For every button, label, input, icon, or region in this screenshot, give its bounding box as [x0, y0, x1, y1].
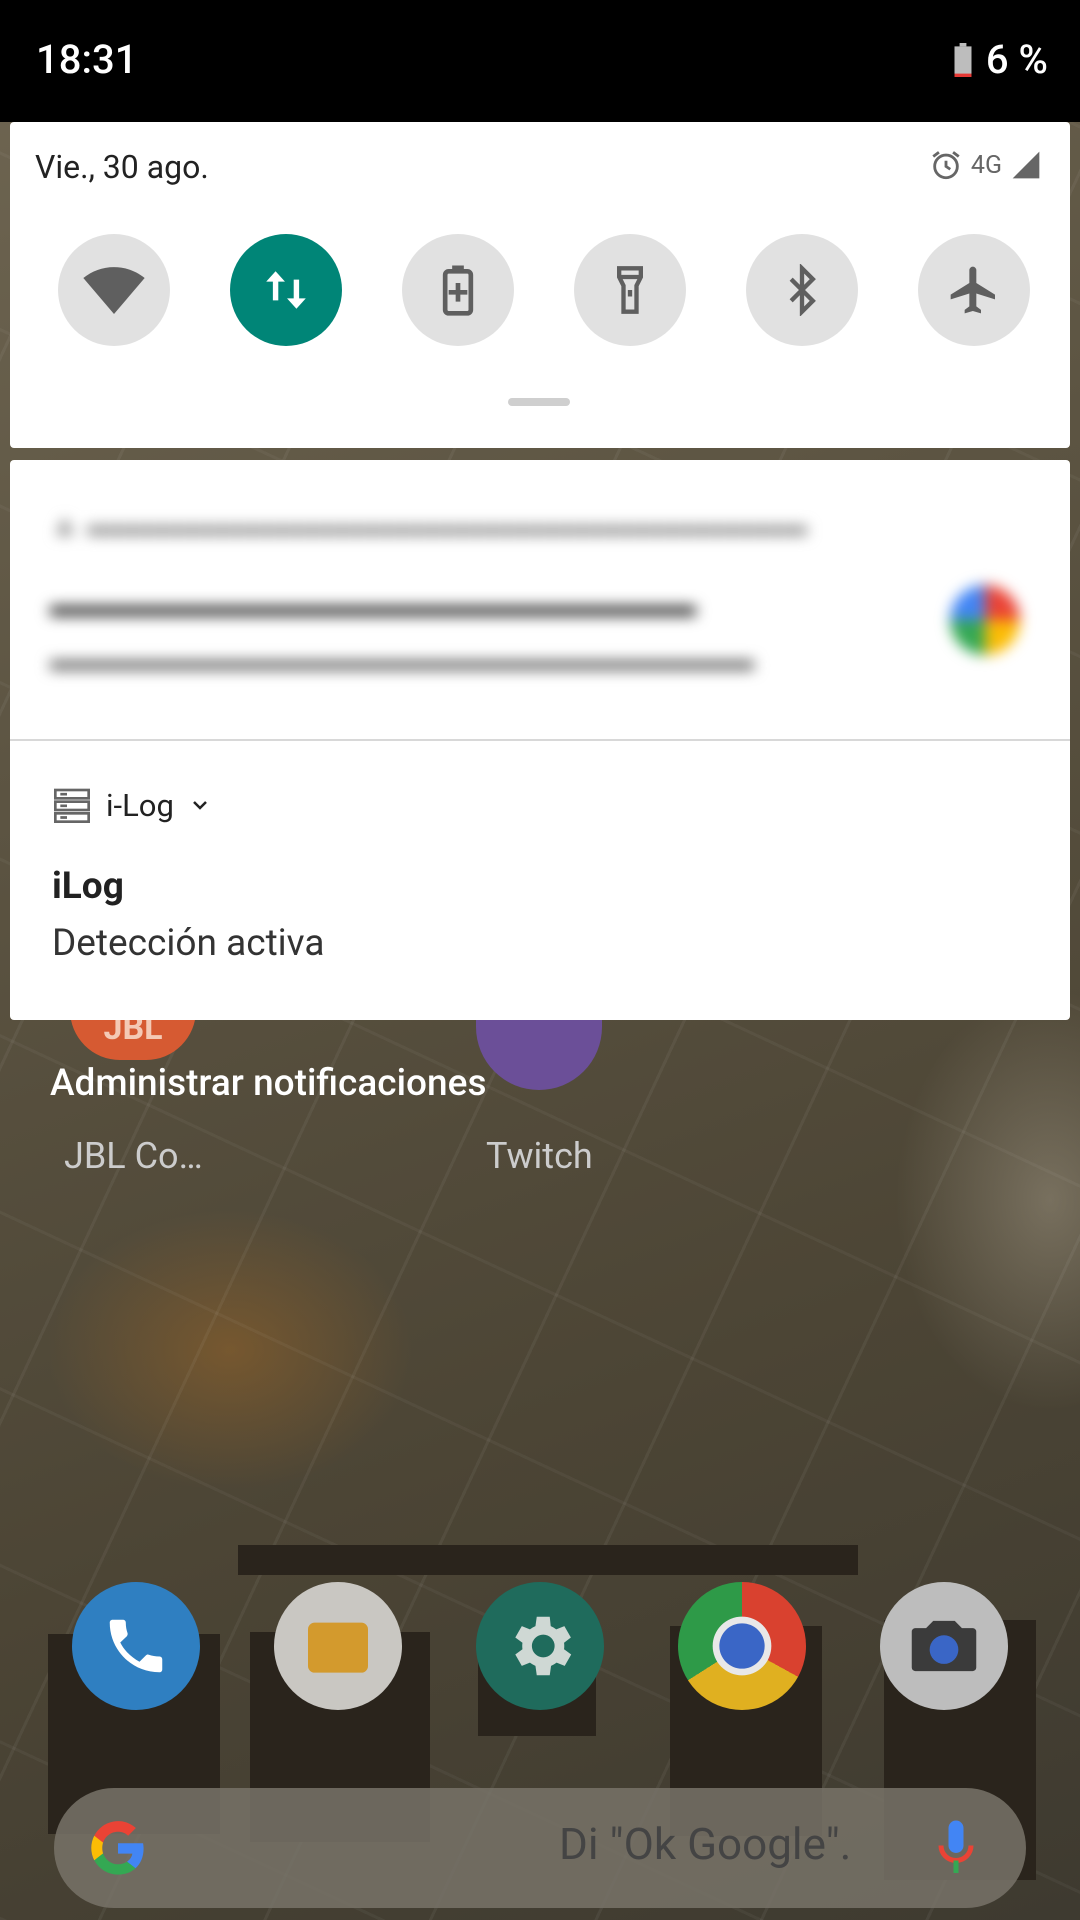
notification-header[interactable]: i-Log: [52, 785, 212, 825]
chrome-icon: [712, 1616, 772, 1676]
files-app-icon[interactable]: [274, 1582, 402, 1710]
battery-low-icon: [954, 42, 972, 77]
app-label-jbl: JBL Co…: [64, 1135, 203, 1177]
airplane-mode-tile[interactable]: [918, 234, 1030, 346]
qs-date[interactable]: Vie., 30 ago.: [35, 148, 209, 186]
network-type: 4G: [970, 150, 1002, 180]
battery-saver-tile[interactable]: [402, 234, 514, 346]
search-hint: Di "Ok Google".: [559, 1818, 852, 1870]
microphone-icon[interactable]: [936, 1818, 976, 1878]
bluetooth-icon: [789, 264, 816, 316]
airplane-icon: [950, 266, 995, 314]
cell-signal-icon: [1012, 151, 1040, 179]
notification-text: Detección activa: [52, 922, 325, 965]
phone-app-icon[interactable]: [72, 1582, 200, 1710]
settings-app-icon[interactable]: [476, 1582, 604, 1710]
chrome-app-icon[interactable]: [678, 1582, 806, 1710]
battery-saver-icon: [442, 265, 474, 316]
notification-card[interactable]: ▲ ▬▬▬▬▬▬▬▬▬▬▬▬▬▬▬▬▬▬▬▬▬▬▬▬ ▬▬▬▬▬▬▬▬▬▬▬▬▬…: [10, 460, 1070, 1020]
camera-app-icon[interactable]: [880, 1582, 1008, 1710]
google-g-icon: [91, 1821, 144, 1875]
wifi-icon: [83, 267, 145, 314]
dark-bar: [238, 1545, 858, 1575]
flashlight-icon: [617, 266, 643, 314]
status-bar: 18:31 6 %: [0, 0, 1080, 122]
google-search-bar[interactable]: Di "Ok Google".: [54, 1788, 1026, 1908]
mobile-data-tile[interactable]: [230, 234, 342, 346]
blurred-title: ▬▬▬▬▬▬▬▬▬▬▬▬▬▬▬▬▬▬▬: [50, 585, 696, 625]
data-arrows-icon: [266, 271, 306, 309]
status-time: 18:31: [36, 36, 138, 83]
bluetooth-tile[interactable]: [746, 234, 858, 346]
wifi-tile[interactable]: [58, 234, 170, 346]
phone-icon: [109, 1619, 163, 1673]
blurred-text: ▬▬▬▬▬▬▬▬▬▬▬▬▬▬▬▬▬▬▬▬▬▬: [50, 640, 754, 678]
chevron-down-icon[interactable]: [188, 793, 212, 817]
notification-title: iLog: [52, 865, 124, 908]
notification-app-name: i-Log: [106, 786, 174, 824]
manage-notifications-button[interactable]: Administrar notificaciones: [50, 1062, 487, 1105]
divider: [10, 739, 1070, 741]
blurred-header: ▲ ▬▬▬▬▬▬▬▬▬▬▬▬▬▬▬▬▬▬▬▬▬▬▬▬: [50, 508, 808, 543]
google-logo-icon: [950, 585, 1020, 655]
files-icon: [308, 1622, 368, 1673]
app-label-twitch: Twitch: [486, 1135, 593, 1177]
ilog-app-icon: [54, 788, 90, 823]
blurred-notification: ▲ ▬▬▬▬▬▬▬▬▬▬▬▬▬▬▬▬▬▬▬▬▬▬▬▬ ▬▬▬▬▬▬▬▬▬▬▬▬▬…: [10, 460, 1070, 740]
battery-percent: 6 %: [985, 36, 1048, 83]
camera-icon: [911, 1620, 977, 1672]
flashlight-tile[interactable]: [574, 234, 686, 346]
settings-icon: [515, 1616, 572, 1676]
alarm-icon: [932, 151, 960, 180]
drag-handle[interactable]: [508, 398, 570, 406]
quick-settings-panel: Vie., 30 ago. 4G: [10, 122, 1070, 448]
